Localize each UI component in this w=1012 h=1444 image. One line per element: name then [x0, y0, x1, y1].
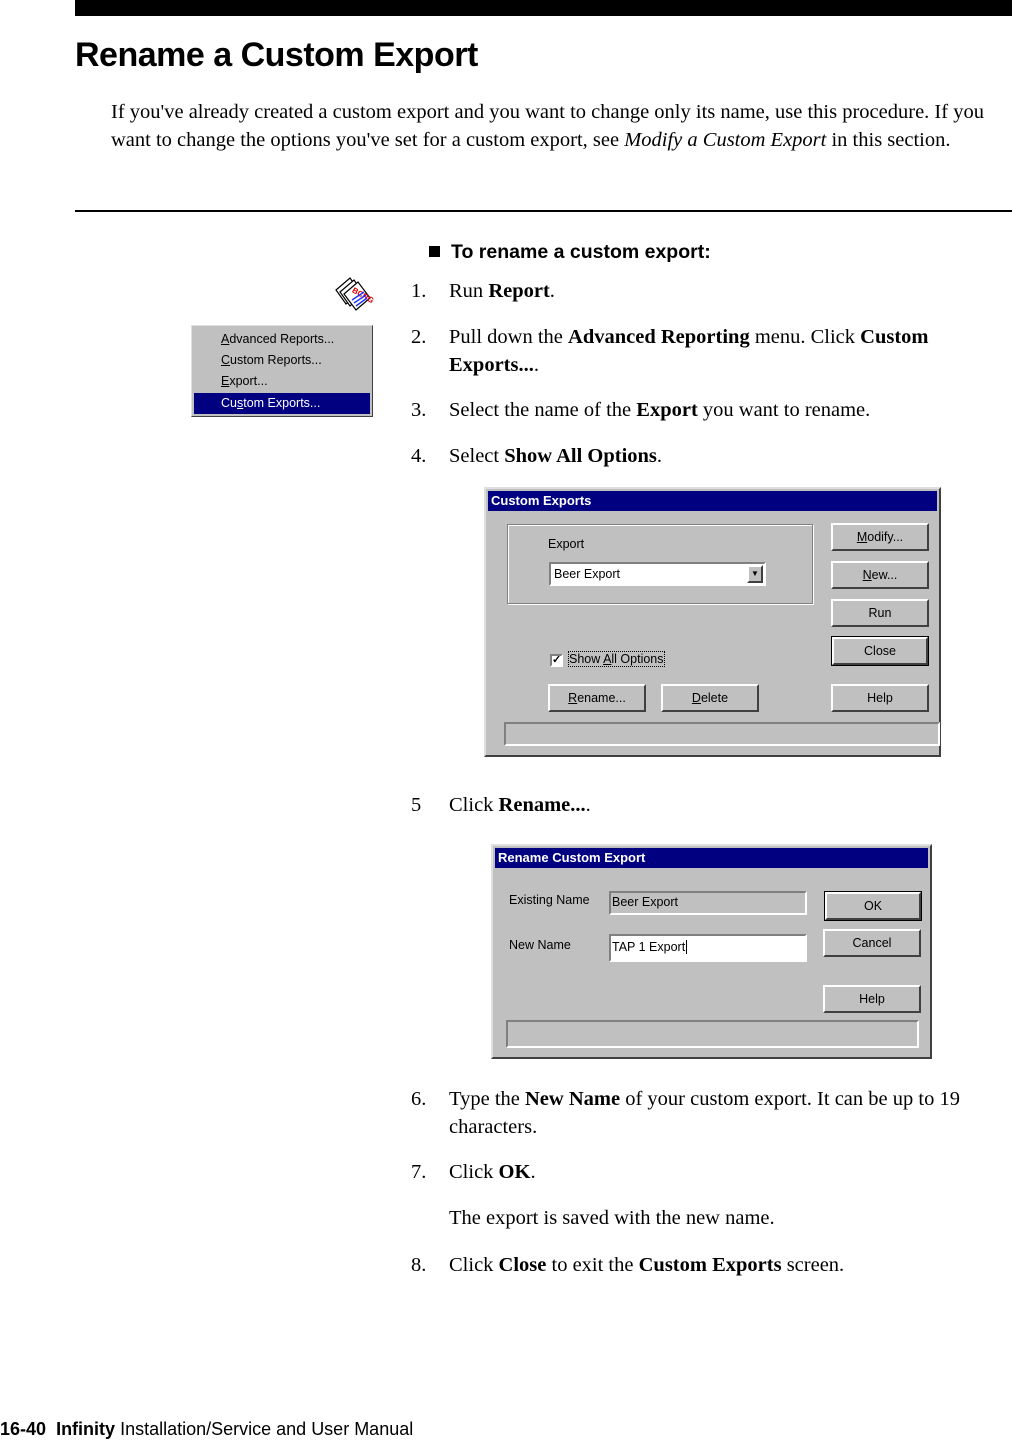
dropdown-arrow-icon[interactable]: ▼: [747, 565, 763, 583]
step-text: Run Report.: [449, 280, 555, 302]
menu-item-custom-reports[interactable]: Custom Reports...: [194, 350, 370, 371]
step-number: 1.: [411, 280, 427, 302]
custom-exports-dialog: Custom Exports Export Beer Export ▼ ✓ Sh…: [484, 487, 941, 757]
status-bar: [506, 1020, 919, 1048]
existing-name-field: Beer Export: [609, 891, 807, 915]
menu-item-export[interactable]: Export...: [194, 371, 370, 392]
step-text: Type the New Name of your custom export.…: [449, 1088, 960, 1138]
step-text: Click Close to exit the Custom Exports s…: [449, 1254, 845, 1276]
menu-item-advanced-reports[interactable]: Advanced Reports...: [194, 329, 370, 350]
product-name: Infinity: [56, 1419, 116, 1439]
ok-button[interactable]: OK: [824, 891, 922, 921]
step-8: 8. Click Close to exit the Custom Exports…: [411, 1251, 1006, 1279]
close-button[interactable]: Close: [831, 636, 929, 666]
step-number: 7.: [411, 1161, 427, 1183]
help-button[interactable]: Help: [823, 985, 921, 1013]
section-divider: [75, 210, 1012, 212]
show-all-options-checkbox[interactable]: ✓: [550, 654, 563, 667]
existing-name-label: Existing Name: [509, 893, 590, 907]
text-cursor: [686, 940, 691, 954]
modify-button[interactable]: Modify...: [831, 523, 929, 551]
step-number: 4.: [411, 445, 427, 467]
page-number: 16-40: [0, 1419, 47, 1439]
step-7: 7. Click OK.: [411, 1158, 1006, 1186]
step-text: Select the name of the Export you want t…: [449, 399, 871, 421]
new-name-input[interactable]: TAP 1 Export: [609, 934, 807, 962]
advanced-reporting-menu: Advanced Reports... Custom Reports... Ex…: [191, 325, 373, 417]
dialog-title: Custom Exports: [488, 491, 937, 511]
show-all-options-label[interactable]: Show All Options: [568, 651, 665, 667]
page-footer: 16-40 Infinity Installation/Service and …: [0, 1419, 413, 1440]
step-number: 5: [411, 794, 422, 816]
step-number: 3.: [411, 399, 427, 421]
page-title: Rename a Custom Export: [75, 36, 478, 74]
cancel-button[interactable]: Cancel: [823, 929, 921, 957]
step-text: Click OK.: [449, 1161, 536, 1183]
procedure-heading-text: To rename a custom export:: [451, 241, 711, 263]
modify-custom-export-link[interactable]: Modify a Custom Export: [624, 129, 826, 151]
rename-custom-export-dialog: Rename Custom Export Existing Name Beer …: [491, 844, 932, 1059]
step-3: 3. Select the name of the Export you want…: [411, 396, 1006, 424]
manual-title: Installation/Service and User Manual: [120, 1419, 414, 1439]
step-number: 6.: [411, 1088, 427, 1110]
step-6: 6. Type the New Name of your custom expor…: [411, 1085, 1006, 1141]
step-4: 4. Select Show All Options.: [411, 442, 1006, 470]
delete-button[interactable]: Delete: [661, 684, 759, 712]
new-button[interactable]: New...: [831, 561, 929, 589]
step-number: 2.: [411, 326, 427, 348]
help-button[interactable]: Help: [831, 684, 929, 712]
step-number: 8.: [411, 1254, 427, 1276]
step-text: Click Rename....: [449, 794, 591, 816]
intro-paragraph: If you've already created a custom expor…: [111, 98, 1011, 154]
bullet-square-icon: [429, 246, 440, 257]
step-text: Select Show All Options.: [449, 445, 663, 467]
step-7-note: The export is saved with the new name.: [449, 1207, 775, 1229]
procedure-heading: To rename a custom export:: [429, 241, 711, 264]
export-select-value: Beer Export: [554, 567, 621, 581]
header-bar: [75, 0, 1012, 16]
step-text: Pull down the Advanced Reporting menu. C…: [449, 326, 929, 376]
dialog-title: Rename Custom Export: [495, 848, 928, 868]
new-name-value: TAP 1 Export: [612, 940, 686, 954]
step-5: 5 Click Rename....: [411, 791, 1006, 819]
intro-text-end: in this section.: [826, 129, 951, 151]
export-select[interactable]: Beer Export ▼: [549, 562, 766, 586]
step-2: 2. Pull down the Advanced Reporting menu.…: [411, 323, 1006, 379]
menu-item-custom-exports[interactable]: Custom Exports...: [194, 393, 370, 414]
run-button[interactable]: Run: [831, 599, 929, 627]
export-label: Export: [548, 537, 585, 551]
report-icon: BCRG: [335, 277, 375, 311]
new-name-label: New Name: [509, 938, 571, 952]
step-1: 1. Run Report.: [411, 277, 1006, 305]
rename-button[interactable]: Rename...: [548, 684, 646, 712]
status-bar: [504, 722, 940, 746]
